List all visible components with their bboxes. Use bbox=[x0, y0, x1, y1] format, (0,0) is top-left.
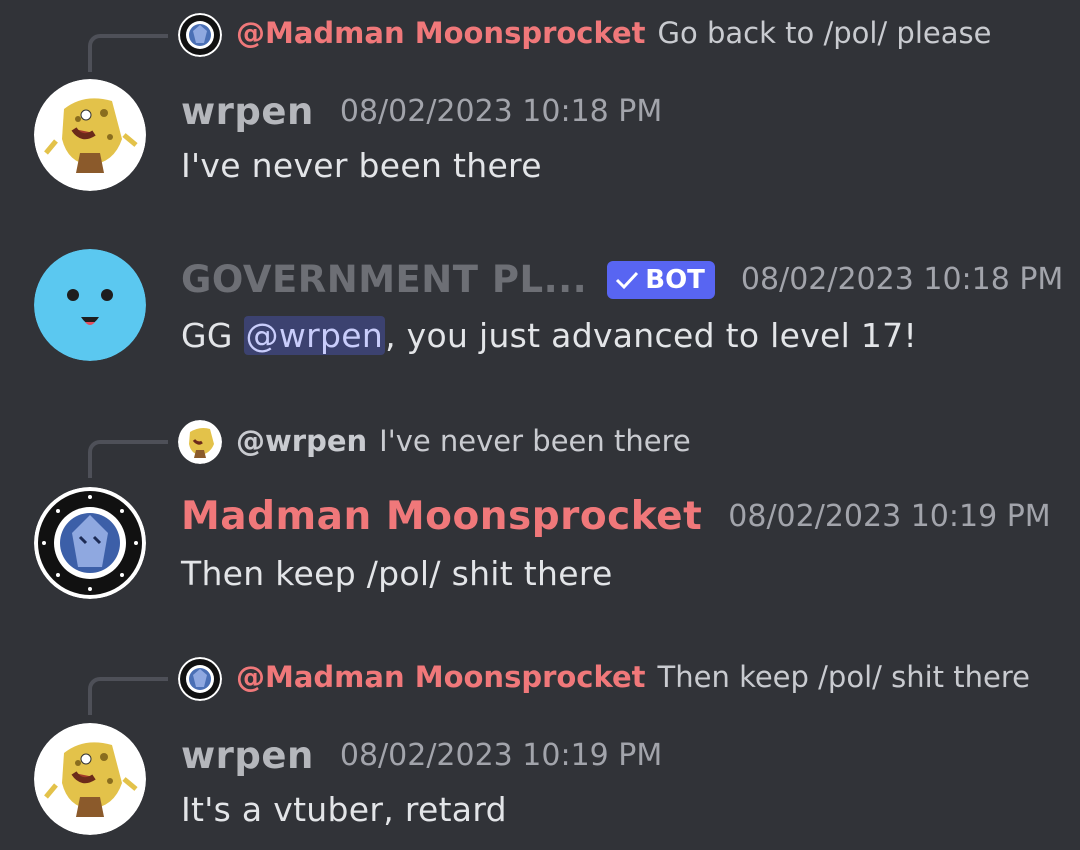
timestamp[interactable]: 08/02/2023 10:19 PM bbox=[728, 499, 1050, 534]
reply-connector bbox=[88, 34, 168, 72]
reply-author[interactable]: @wrpen bbox=[236, 424, 367, 458]
message-text: I've never been there bbox=[181, 146, 542, 185]
username[interactable]: Madman Moonsprocket bbox=[181, 494, 702, 539]
reply-text[interactable]: I've never been there bbox=[379, 424, 691, 458]
reply-author[interactable]: @Madman Moonsprocket bbox=[236, 660, 646, 694]
chat-message-list: @Madman Moonsprocket Go back to /pol/ pl… bbox=[0, 0, 1080, 850]
avatar[interactable] bbox=[34, 487, 146, 599]
bot-smiley-avatar-icon bbox=[34, 249, 146, 361]
username[interactable]: GOVERNMENT PL... bbox=[181, 258, 587, 301]
bot-badge-label: BOT bbox=[645, 264, 705, 295]
message-header: Madman Moonsprocket 08/02/2023 10:19 PM bbox=[181, 494, 1051, 539]
reply-avatar[interactable] bbox=[178, 420, 222, 464]
reply-connector bbox=[88, 440, 168, 478]
username[interactable]: wrpen bbox=[181, 90, 314, 133]
message-header: wrpen 08/02/2023 10:18 PM bbox=[181, 90, 662, 133]
username[interactable]: wrpen bbox=[181, 734, 314, 777]
timestamp[interactable]: 08/02/2023 10:19 PM bbox=[340, 738, 662, 773]
reply-text[interactable]: Go back to /pol/ please bbox=[658, 16, 992, 50]
reply-text[interactable]: Then keep /pol/ shit there bbox=[658, 660, 1030, 694]
avatar[interactable] bbox=[34, 79, 146, 191]
message-text-suffix: , you just advanced to level 17! bbox=[385, 316, 918, 355]
madman-avatar-icon bbox=[178, 657, 222, 701]
reply-avatar[interactable] bbox=[178, 657, 222, 701]
reply-connector bbox=[88, 677, 168, 715]
reply-preview[interactable]: @wrpen I've never been there bbox=[236, 424, 691, 458]
spongebob-avatar-icon bbox=[178, 420, 222, 464]
message-header: wrpen 08/02/2023 10:19 PM bbox=[181, 734, 662, 777]
reply-author[interactable]: @Madman Moonsprocket bbox=[236, 16, 646, 50]
bot-badge: BOT bbox=[607, 260, 715, 299]
message-text: GG @wrpen, you just advanced to level 17… bbox=[181, 316, 917, 355]
spongebob-avatar-icon bbox=[34, 79, 146, 191]
message-text-prefix: GG bbox=[181, 316, 244, 355]
reply-preview[interactable]: @Madman Moonsprocket Go back to /pol/ pl… bbox=[236, 16, 991, 50]
message-header: GOVERNMENT PL... BOT 08/02/2023 10:18 PM bbox=[181, 258, 1063, 301]
message-text: It's a vtuber, retard bbox=[181, 790, 507, 829]
madman-avatar-icon bbox=[178, 13, 222, 57]
timestamp[interactable]: 08/02/2023 10:18 PM bbox=[340, 94, 662, 129]
spongebob-avatar-icon bbox=[34, 723, 146, 835]
madman-avatar-icon bbox=[34, 487, 146, 599]
avatar[interactable] bbox=[34, 249, 146, 361]
message-text: Then keep /pol/ shit there bbox=[181, 554, 613, 593]
avatar[interactable] bbox=[34, 723, 146, 835]
verified-check-icon bbox=[616, 271, 639, 289]
reply-avatar[interactable] bbox=[178, 13, 222, 57]
user-mention[interactable]: @wrpen bbox=[243, 316, 386, 355]
reply-preview[interactable]: @Madman Moonsprocket Then keep /pol/ shi… bbox=[236, 660, 1030, 694]
timestamp[interactable]: 08/02/2023 10:18 PM bbox=[741, 262, 1063, 297]
